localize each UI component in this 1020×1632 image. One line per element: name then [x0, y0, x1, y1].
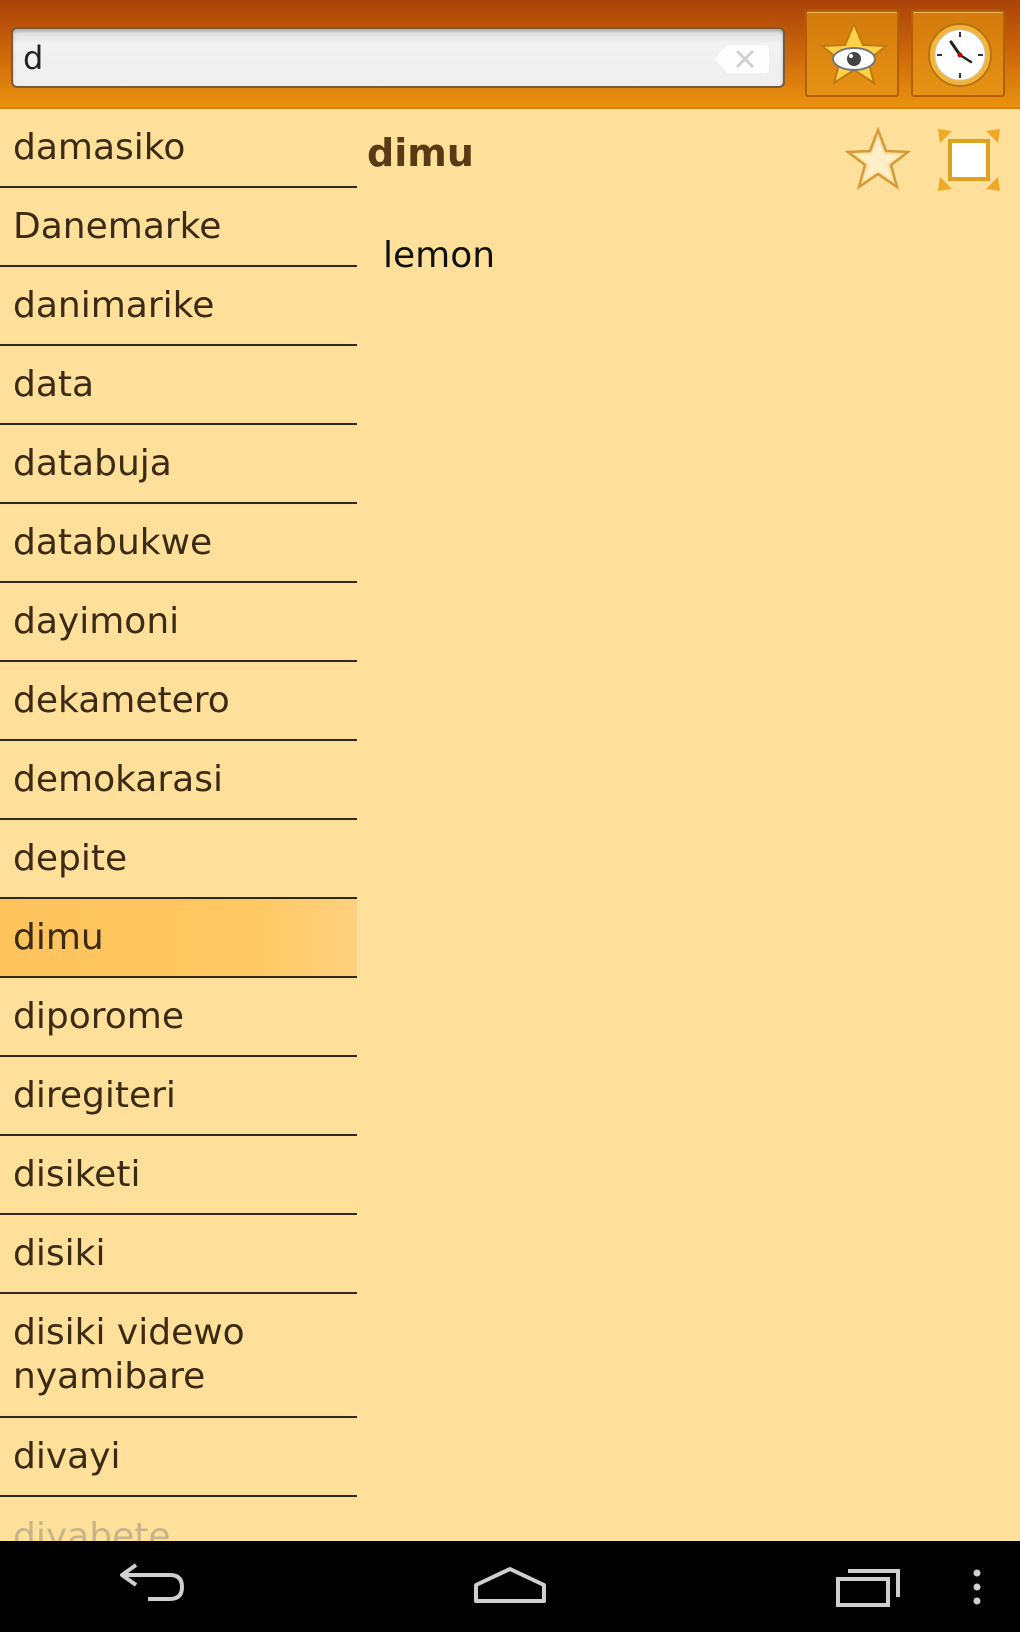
search-box — [11, 27, 785, 88]
favorites-button[interactable] — [805, 10, 899, 97]
detail-word-title: dimu — [367, 131, 474, 175]
list-item[interactable]: depite — [0, 820, 357, 899]
list-item-selected[interactable]: dimu — [0, 899, 357, 978]
home-icon[interactable] — [472, 1565, 548, 1607]
add-favorite-star-icon[interactable] — [845, 127, 911, 193]
list-item[interactable]: databuja — [0, 425, 357, 504]
list-item[interactable]: disiketi — [0, 1136, 357, 1215]
overflow-menu-icon[interactable] — [972, 1569, 982, 1605]
clear-search-icon[interactable] — [713, 43, 771, 75]
list-item[interactable]: disiki videwo nyamibare — [0, 1294, 357, 1418]
list-item[interactable]: dekametero — [0, 662, 357, 741]
list-item[interactable]: databukwe — [0, 504, 357, 583]
list-item[interactable]: diregiteri — [0, 1057, 357, 1136]
list-item[interactable]: demokarasi — [0, 741, 357, 820]
list-item[interactable]: danimarike — [0, 267, 357, 346]
recent-apps-icon[interactable] — [834, 1563, 904, 1609]
system-navigation-bar — [0, 1541, 1020, 1632]
search-input[interactable] — [23, 35, 703, 81]
fullscreen-expand-icon[interactable] — [936, 127, 1002, 193]
clock-icon — [928, 23, 992, 87]
top-bar — [0, 0, 1020, 109]
list-item[interactable]: diporome — [0, 978, 357, 1057]
list-item[interactable]: damasiko — [0, 109, 357, 188]
list-item[interactable]: diyabete — [0, 1497, 357, 1542]
star-eye-icon — [819, 21, 889, 86]
history-button[interactable] — [911, 10, 1005, 97]
list-item[interactable]: disiki — [0, 1215, 357, 1294]
detail-translation: lemon — [383, 235, 496, 276]
word-list: damasiko Danemarke danimarike data datab… — [0, 109, 357, 1541]
list-item[interactable]: Danemarke — [0, 188, 357, 267]
list-item[interactable]: dayimoni — [0, 583, 357, 662]
list-item[interactable]: data — [0, 346, 357, 425]
list-item[interactable]: divayi — [0, 1418, 357, 1497]
back-icon[interactable] — [118, 1563, 188, 1609]
